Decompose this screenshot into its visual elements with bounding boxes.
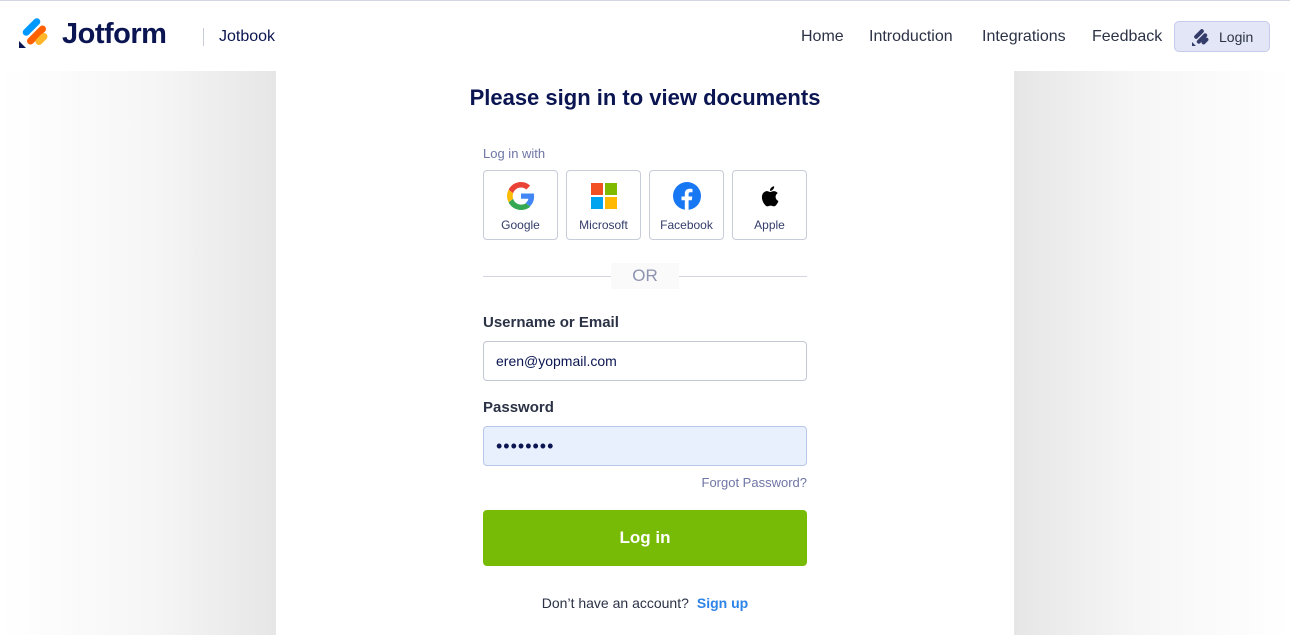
jotform-logo-icon[interactable] [18, 18, 48, 50]
google-login-button[interactable]: Google [483, 170, 558, 240]
google-icon [506, 182, 534, 210]
right-backdrop [1014, 71, 1290, 635]
or-separator-text: OR [611, 263, 679, 289]
apple-label: Apple [754, 218, 785, 232]
left-backdrop [0, 71, 276, 635]
nav-integrations-link[interactable]: Integrations [982, 28, 1066, 46]
nav-home-link[interactable]: Home [801, 28, 844, 46]
nav-introduction-link[interactable]: Introduction [869, 28, 953, 46]
microsoft-login-button[interactable]: Microsoft [566, 170, 641, 240]
login-with-label: Log in with [483, 146, 546, 161]
signup-link[interactable]: Sign up [697, 595, 748, 611]
nav-feedback-link[interactable]: Feedback [1092, 28, 1162, 46]
no-account-text: Don’t have an account? [541, 595, 689, 611]
username-label: Username or Email [483, 314, 619, 331]
or-divider-left [483, 276, 611, 277]
jotform-mini-logo-icon [1192, 29, 1209, 46]
login-submit-button[interactable]: Log in [483, 510, 807, 566]
signup-row: Don’t have an account? Sign up [276, 595, 1014, 611]
brand-name[interactable]: Jotform [62, 18, 167, 51]
google-label: Google [501, 218, 540, 232]
apple-icon [761, 186, 778, 207]
facebook-login-button[interactable]: Facebook [649, 170, 724, 240]
username-input[interactable] [483, 341, 807, 381]
microsoft-icon [590, 183, 617, 209]
facebook-label: Facebook [660, 218, 713, 232]
header-login-label: Login [1219, 29, 1254, 45]
product-name: Jotbook [219, 28, 276, 45]
page-title: Please sign in to view documents [469, 85, 821, 110]
password-label: Password [483, 399, 554, 416]
facebook-icon [672, 182, 701, 210]
header-login-button[interactable]: Login [1174, 21, 1270, 52]
top-navbar: Jotform Jotbook Home Introduction Integr… [0, 0, 1290, 71]
apple-login-button[interactable]: Apple [732, 170, 807, 240]
brand-divider [203, 28, 204, 46]
or-divider-right [679, 276, 807, 277]
forgot-password-link[interactable]: Forgot Password? [702, 475, 808, 490]
password-input[interactable] [483, 426, 807, 466]
microsoft-label: Microsoft [579, 218, 628, 232]
